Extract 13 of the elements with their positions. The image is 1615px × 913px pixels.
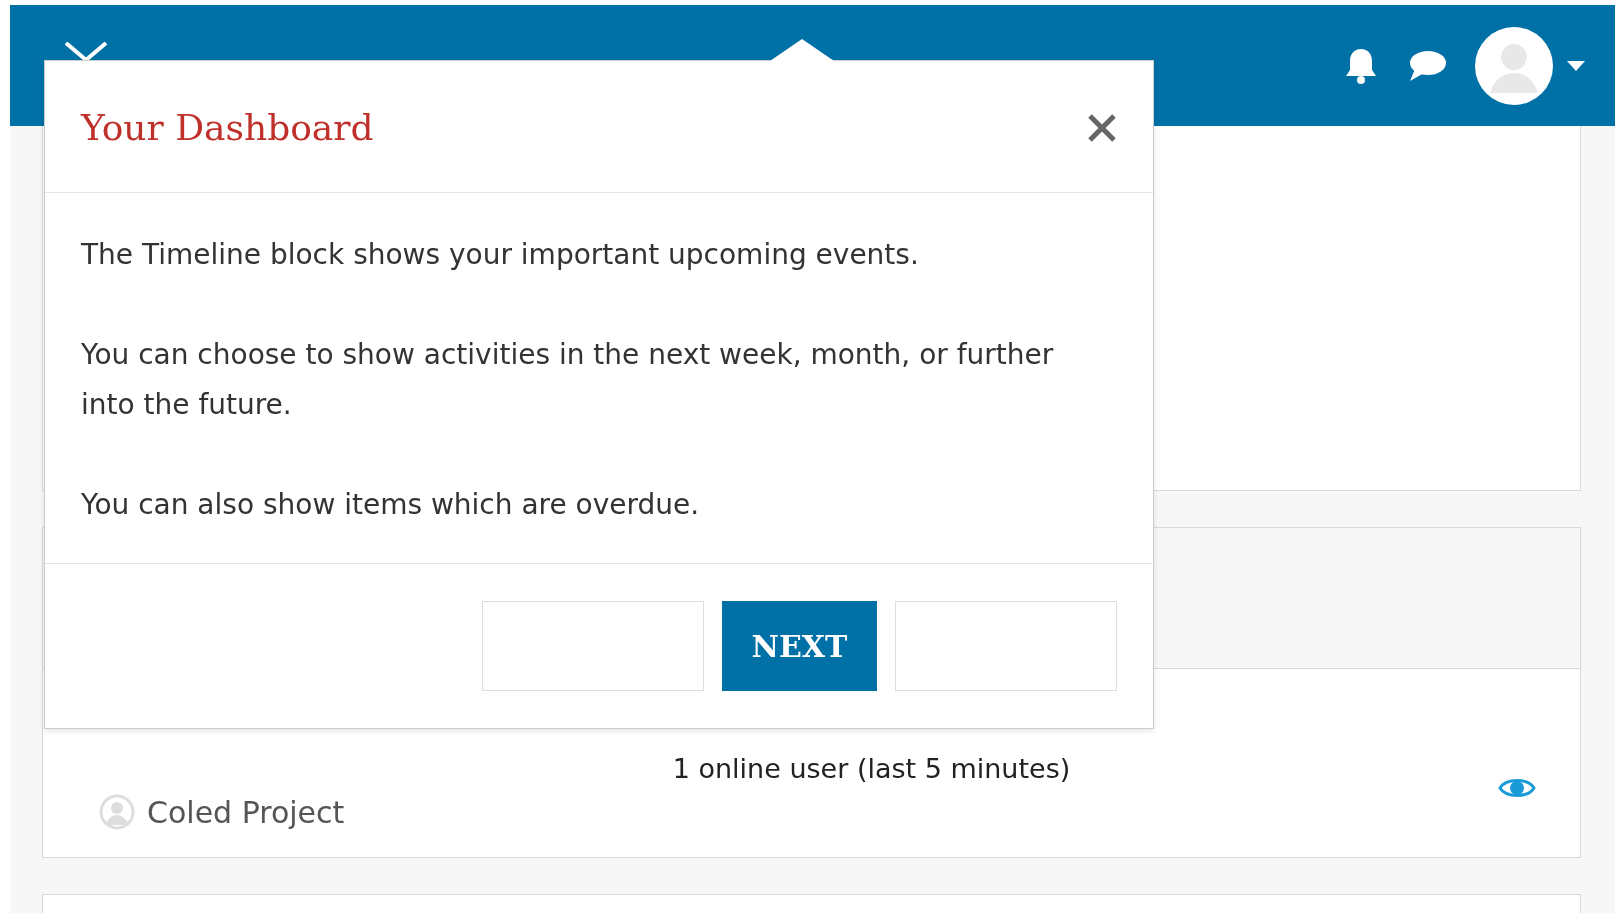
popover-title: Your Dashboard — [81, 107, 374, 148]
avatar-icon[interactable] — [1475, 26, 1553, 105]
popover-text: The Timeline block shows your important upcoming events. — [81, 237, 920, 273]
user-name[interactable]: Coled Project — [147, 794, 345, 830]
popover-text: You can also show items which are overdue. — [81, 487, 701, 523]
caret-icon[interactable] — [1567, 60, 1585, 71]
popover-text: You can choose to show activities in the next week, month, or further into the future. — [81, 337, 1055, 423]
chat-icon[interactable] — [1407, 48, 1447, 83]
online-users-summary: 1 online user (last 5 minutes) — [672, 753, 1071, 784]
avatar-icon — [99, 794, 135, 830]
next-button[interactable]: NEXT — [722, 601, 877, 691]
close-icon[interactable] — [1087, 112, 1117, 143]
close-icon[interactable] — [62, 42, 110, 60]
